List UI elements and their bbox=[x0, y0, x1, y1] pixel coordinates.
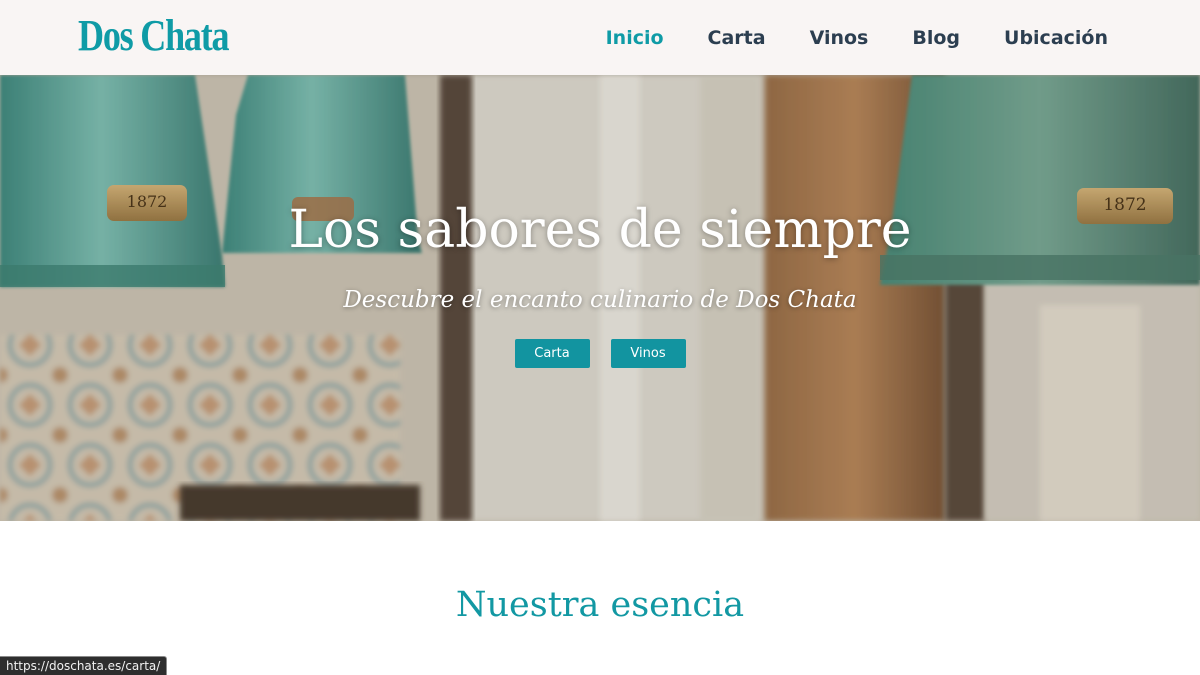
nav-item-vinos[interactable]: Vinos bbox=[810, 27, 869, 49]
nav-item-ubicacion[interactable]: Ubicación bbox=[1004, 27, 1108, 49]
hero-title: Los sabores de siempre bbox=[288, 200, 912, 260]
hero-button-group: Carta Vinos bbox=[0, 339, 1200, 368]
status-bar-url: https://doschata.es/carta/ bbox=[0, 656, 168, 675]
site-logo[interactable]: Dos Chata bbox=[78, 10, 230, 62]
hero-subtitle: Descubre el encanto culinario de Dos Cha… bbox=[343, 287, 857, 313]
nav-item-carta[interactable]: Carta bbox=[708, 27, 766, 49]
page: Dos Chata Inicio Carta Vinos Blog Ubicac… bbox=[0, 0, 1200, 675]
nav-item-blog[interactable]: Blog bbox=[912, 27, 960, 49]
section-title: Nuestra esencia bbox=[455, 585, 745, 625]
main-nav: Inicio Carta Vinos Blog Ubicación bbox=[606, 0, 1108, 75]
hero-banner: 1872 1872 Los sabores de siempre Descubr… bbox=[0, 75, 1200, 521]
nav-item-inicio[interactable]: Inicio bbox=[606, 27, 664, 49]
vinos-button[interactable]: Vinos bbox=[610, 339, 686, 368]
site-header: Dos Chata Inicio Carta Vinos Blog Ubicac… bbox=[0, 0, 1200, 75]
carta-button[interactable]: Carta bbox=[514, 339, 590, 368]
